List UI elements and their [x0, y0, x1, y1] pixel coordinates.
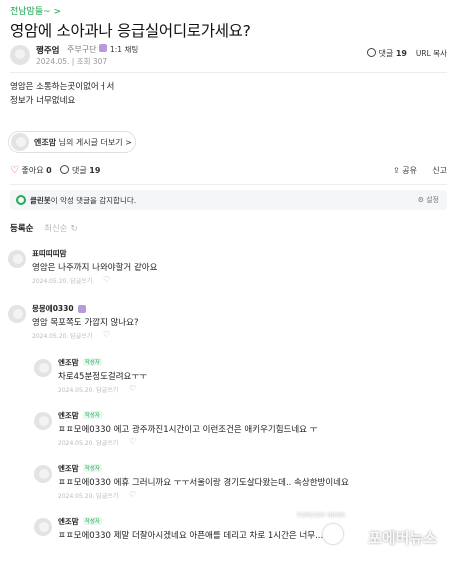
comment-text: 차로45분정도걸려요ㅜㅜ [58, 372, 148, 382]
cleanbot-text: 클린봇이 악성 댓글을 감지합니다. [30, 195, 136, 206]
comment-author-name: 엔조맘 [58, 411, 79, 420]
chat-icon [99, 44, 107, 52]
post-meta: 2024.05. | 조회 307 [36, 57, 108, 66]
cleanbot-banner: 클린봇이 악성 댓글을 감지합니다. ⚙ 설정 [10, 190, 447, 210]
comment-author-name: 몽몽에0330 [32, 304, 74, 313]
cleanbot-settings-button[interactable]: ⚙ 설정 [418, 195, 439, 205]
comment-count: 19 [89, 166, 101, 175]
gear-icon: ⚙ [417, 196, 424, 204]
comment-meta[interactable]: 2024.05.20. 답글쓰기 [58, 438, 118, 447]
comment-author[interactable]: 엔조맘 작성자 [58, 410, 102, 421]
writer-badge: 작성자 [82, 517, 102, 525]
reply-item: 엔조맘 작성자 ㅍㅍ모에0330 에고 광주까진1시간이고 이런조건은 애키우기힘… [34, 410, 439, 450]
post-author-row: 행주엄 주부구단 1:1 채팅 2024.05. | 조회 307 댓글 19 … [10, 43, 447, 69]
avatar[interactable] [34, 518, 52, 536]
heart-icon: ♡ [10, 165, 19, 176]
post-title: 영암에 소아과나 응급실어디로가세요? [10, 22, 251, 40]
like-button[interactable]: ♡ 좋아요 0 [10, 165, 52, 176]
comment-like-icon[interactable]: ♡ [129, 437, 136, 446]
comment-sort-tabs: 등록순 최신순 ↻ [10, 222, 78, 234]
avatar[interactable] [8, 250, 26, 268]
writer-badge: 작성자 [82, 411, 102, 419]
like-count: 0 [46, 166, 52, 175]
chat-button[interactable]: 1:1 채팅 [110, 44, 138, 55]
avatar[interactable] [10, 45, 30, 65]
comment-author-name: 엔조맘 [58, 358, 79, 367]
comment-author[interactable]: 몽몽에0330 [32, 303, 86, 314]
comment-like-icon[interactable]: ♡ [129, 490, 136, 499]
divider [10, 72, 447, 73]
watermark-logo-icon [323, 524, 343, 544]
cleanbot-icon [16, 195, 26, 205]
comment-button[interactable]: 댓글 19 [60, 165, 100, 176]
action-bar: ♡ 좋아요 0 댓글 19 ⇪ 공유 신고 [10, 165, 447, 179]
share-label: 공유 [402, 166, 417, 175]
comment-text: ㅍㅍ모에0330 제말 더잘아시겠네요 아픈애를 데리고 차로 1시간은 너무.… [58, 531, 324, 541]
url-copy-button[interactable]: URL 복사 [416, 48, 447, 59]
comment-label: 댓글 [72, 166, 87, 175]
reply-item: 엔조맘 작성자 차로45분정도걸려요ㅜㅜ 2024.05.20. 답글쓰기 ♡ [34, 357, 439, 397]
avatar[interactable] [8, 305, 26, 323]
comment-meta[interactable]: 2024.05.20. 답글쓰기 [58, 385, 118, 394]
author-posts-link[interactable]: 엔조맘 님의 게시글 더보기 > [8, 131, 136, 153]
comment-count: 19 [395, 49, 407, 58]
comment-text: ㅍㅍ모에0330 에고 광주까진1시간이고 이런조건은 애키우기힘드네요 ㅜ [58, 425, 318, 435]
comment-bubble-icon [366, 48, 376, 57]
refresh-icon[interactable]: ↻ [70, 224, 78, 234]
watermark-sub: FOREVER NEWS [296, 512, 345, 519]
comment-author[interactable]: 엔조맘 작성자 [58, 357, 102, 368]
post-body-line: 정보가 너무없네요 [10, 96, 76, 106]
writer-badge: 작성자 [82, 464, 102, 472]
comment-author-name: 엔조맘 [58, 517, 79, 526]
profile-link-text: 님의 게시글 더보기 > [58, 138, 132, 147]
profile-name: 엔조맘 [34, 138, 57, 147]
author-posts-label: 엔조맘 님의 게시글 더보기 > [34, 137, 132, 148]
author-name[interactable]: 행주엄 [36, 44, 59, 56]
avatar [11, 133, 29, 151]
grade-icon [77, 305, 86, 313]
comment-like-icon[interactable]: ♡ [103, 330, 110, 339]
comment-text: 영암 목포쪽도 가깝지 않나요? [32, 318, 139, 328]
comment-item: 몽몽에0330 영암 목포쪽도 가깝지 않나요? 2024.05.20. 답글쓰… [8, 303, 438, 343]
avatar[interactable] [34, 465, 52, 483]
avatar[interactable] [34, 412, 52, 430]
comment-like-icon[interactable]: ♡ [129, 384, 136, 393]
comment-text: 영암은 나주까지 나와야할거 같아요 [32, 263, 158, 273]
comment-meta[interactable]: 2024.05.20. 답글쓰기 [32, 276, 92, 285]
sort-tab-registered[interactable]: 등록순 [10, 224, 33, 234]
author-grade: 주부구단 [67, 45, 97, 54]
sort-tab-latest[interactable]: 최신순 [44, 224, 67, 234]
comment-like-icon[interactable]: ♡ [103, 275, 110, 284]
reply-item: 엔조맘 작성자 ㅍㅍ모에0330 에휴 그러니까요 ㅜㅜ서울이랑 경기도살다왔는데… [34, 463, 439, 503]
comment-text: ㅍㅍ모에0330 에휴 그러니까요 ㅜㅜ서울이랑 경기도살다왔는데.. 속상한방… [58, 478, 349, 488]
like-label: 좋아요 [21, 166, 44, 175]
comment-author[interactable]: 엔조맘 작성자 [58, 516, 102, 527]
header-comment-button[interactable]: 댓글 19 [366, 48, 407, 59]
watermark: 포에버뉴스 [367, 529, 437, 547]
post-body: 영암은 소통하는곳이없어ㅓ서 정보가 너무없네요 [10, 80, 114, 108]
cleanbot-message: 이 악성 댓글을 감지합니다. [50, 196, 137, 205]
comment-meta[interactable]: 2024.05.20. 답글쓰기 [32, 331, 92, 340]
cleanbot-name: 클린봇 [30, 196, 51, 205]
share-icon: ⇪ [393, 166, 400, 175]
comment-author[interactable]: 표띠띠띠맘 [32, 248, 67, 259]
comment-author-name: 엔조맘 [58, 464, 79, 473]
report-button[interactable]: 신고 [432, 165, 447, 176]
avatar[interactable] [34, 359, 52, 377]
comment-bubble-icon [60, 165, 69, 174]
comment-author[interactable]: 엔조맘 작성자 [58, 463, 102, 474]
comment-label: 댓글 [378, 49, 394, 58]
settings-label: 설정 [426, 196, 439, 204]
share-button[interactable]: ⇪ 공유 [393, 165, 417, 176]
divider [10, 184, 447, 185]
breadcrumb[interactable]: 전남맘들~ > [10, 4, 61, 17]
comment-item: 표띠띠띠맘 영암은 나주까지 나와야할거 같아요 2024.05.20. 답글쓰… [8, 248, 438, 288]
writer-badge: 작성자 [82, 358, 102, 366]
post-body-line: 영암은 소통하는곳이없어ㅓ서 [10, 82, 115, 92]
comment-meta[interactable]: 2024.05.20. 답글쓰기 [58, 491, 118, 500]
